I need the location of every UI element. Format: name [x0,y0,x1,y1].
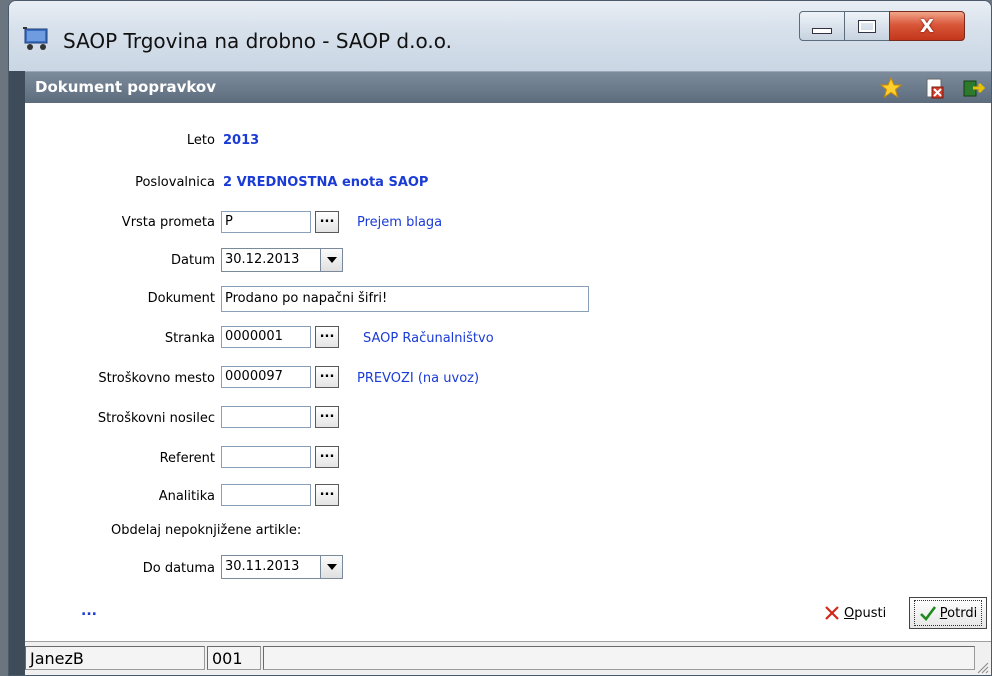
maximize-button[interactable] [844,11,890,41]
left-border [9,71,25,675]
referent-lookup-button[interactable]: ... [315,446,339,468]
do-datuma-value: 30.11.2013 [225,559,300,574]
more-options-link[interactable]: ... [81,603,97,619]
dokument-input[interactable]: Prodano po napačni šifri! [221,286,589,312]
stroskovni-nosilec-label: Stroškovni nosilec [97,411,215,426]
nepoknjizene-section-label: Obdelaj nepoknjižene artikle: [111,523,302,538]
confirm-label: Potrdi [939,605,978,621]
chevron-down-icon [326,564,337,570]
vrsta-prometa-description: Prejem blaga [357,215,443,230]
status-code: 001 [207,646,261,670]
analitika-input[interactable] [221,484,311,506]
status-bar: JanezB 001 [25,641,991,675]
close-icon: X [920,15,934,37]
application-window: SAOP Trgovina na drobno - SAOP d.o.o. X … [8,0,992,676]
poslovalnica-value: 2 VREDNOSTNA enota SAOP [223,175,429,190]
leto-value: 2013 [223,133,260,148]
stroskovno-mesto-label: Stroškovno mesto [98,371,215,386]
window-title: SAOP Trgovina na drobno - SAOP d.o.o. [63,29,452,53]
referent-label: Referent [159,451,215,466]
vrsta-prometa-input[interactable]: P [221,211,311,233]
stranka-lookup-button[interactable]: ... [315,326,339,348]
minimize-button[interactable] [799,11,845,41]
close-button[interactable]: X [889,11,965,41]
maximize-icon [858,19,876,33]
resize-grip-icon[interactable] [975,660,989,674]
form-panel: Dokument popravkov Leto 2013 Poslovalnic… [25,71,991,675]
stroskovno-mesto-description: PREVOZI (na uvoz) [357,371,480,386]
vrsta-prometa-label: Vrsta prometa [121,215,215,230]
stranka-input[interactable]: 0000001 [221,326,311,348]
referent-input[interactable] [221,446,311,468]
cancel-label: Opusti [844,605,887,621]
do-datuma-date-picker[interactable]: 30.11.2013 [221,555,343,579]
stranka-label: Stranka [164,331,215,346]
star-icon[interactable] [879,76,903,100]
do-datuma-dropdown-button[interactable] [320,556,342,578]
document-delete-icon[interactable] [923,76,947,100]
dokument-label: Dokument [147,291,215,306]
stroskovni-nosilec-input[interactable] [221,406,311,428]
leto-label: Leto [186,133,215,148]
stranka-description: SAOP Računalništvo [363,331,494,346]
datum-label: Datum [171,253,215,268]
shopping-cart-icon [23,27,48,50]
panel-header: Dokument popravkov [25,71,991,103]
confirm-focus-ring: Potrdi [913,600,983,626]
checkmark-icon [919,606,936,621]
cancel-x-icon [825,606,839,620]
confirm-button[interactable]: Potrdi [909,597,987,629]
chevron-down-icon [326,257,337,263]
stroskovno-mesto-lookup-button[interactable]: ... [315,366,339,388]
stroskovno-mesto-input[interactable]: 0000097 [221,366,311,388]
vrsta-prometa-lookup-button[interactable]: ... [315,211,339,233]
datum-value: 30.12.2013 [225,252,300,267]
minimize-icon [812,28,832,34]
status-empty-cell [263,646,975,670]
datum-date-picker[interactable]: 30.12.2013 [221,248,343,272]
status-user: JanezB [25,646,205,670]
poslovalnica-label: Poslovalnica [135,175,215,190]
title-bar[interactable]: SAOP Trgovina na drobno - SAOP d.o.o. X [9,1,991,71]
exit-icon[interactable] [961,76,985,100]
analitika-lookup-button[interactable]: ... [315,484,339,506]
cancel-button[interactable]: Opusti [823,599,886,627]
stroskovni-nosilec-lookup-button[interactable]: ... [315,406,339,428]
analitika-label: Analitika [158,489,215,504]
do-datuma-label: Do datuma [142,561,215,576]
datum-dropdown-button[interactable] [320,249,342,271]
panel-title: Dokument popravkov [35,78,217,96]
